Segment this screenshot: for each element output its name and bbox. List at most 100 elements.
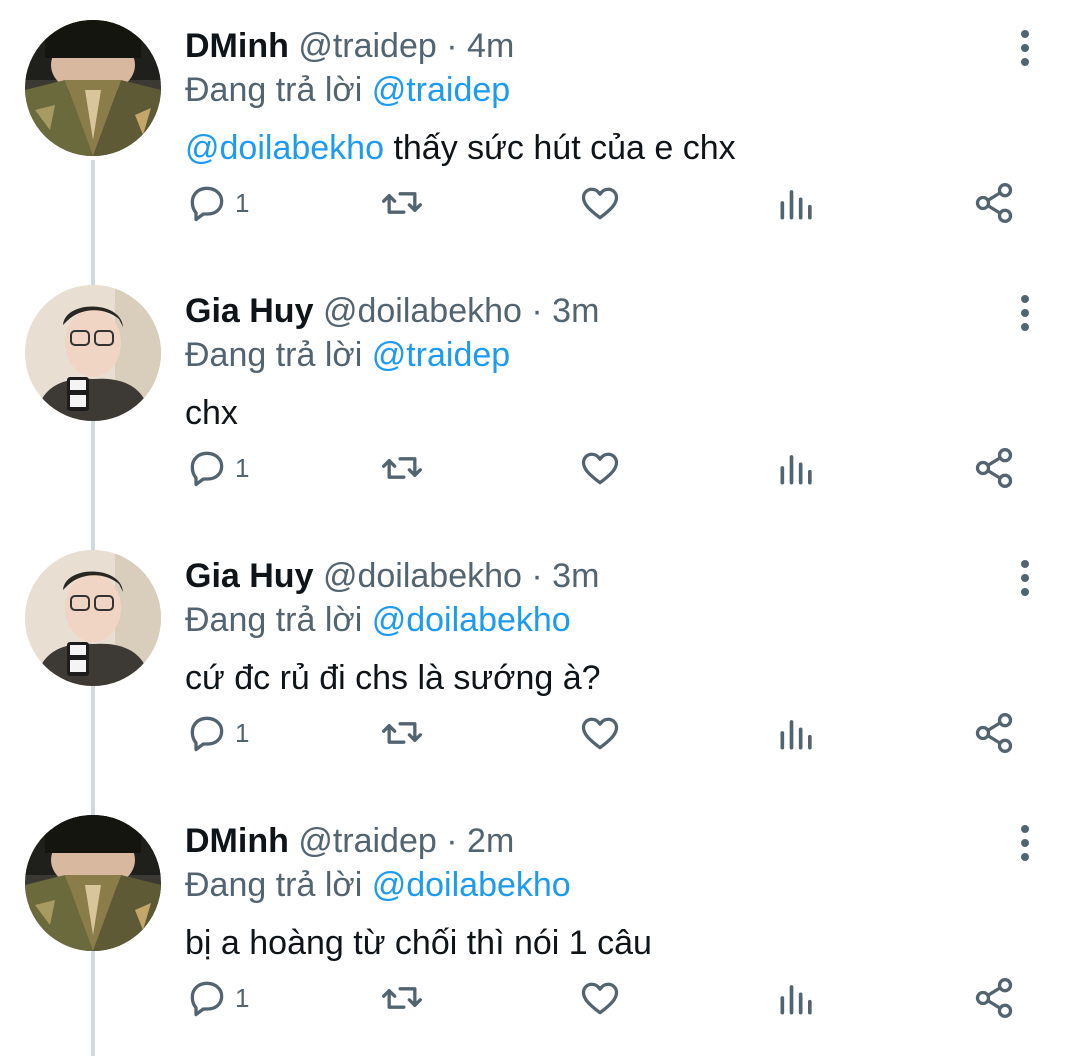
retweet-button[interactable] [380, 178, 424, 228]
replying-to-line: Đang trả lời @doilabekho [185, 598, 985, 642]
dminh-avatar[interactable] [25, 20, 161, 156]
action-bar: 1 [185, 708, 1045, 758]
analytics-icon [780, 985, 812, 1015]
share-button[interactable] [972, 973, 1016, 1023]
tweet-header: DMinh @traidep · 2m [185, 819, 985, 863]
retweet-icon [382, 722, 422, 744]
analytics-icon [780, 455, 812, 485]
action-bar: 1 [185, 973, 1045, 1023]
replying-to-label: Đang trả lời [185, 866, 363, 904]
retweet-icon [382, 192, 422, 214]
replying-to-label: Đang trả lời [185, 601, 363, 639]
text-mention[interactable]: @doilabekho [185, 129, 384, 167]
user-handle[interactable]: @traidep [298, 27, 436, 65]
dminh-avatar[interactable] [25, 815, 161, 951]
user-handle[interactable]: @doilabekho [323, 557, 522, 595]
reply-icon [190, 716, 224, 752]
tweet-text: @doilabekho thấy sức hút của e chx [185, 126, 985, 170]
reply-icon [190, 451, 224, 487]
timestamp[interactable]: 3m [552, 557, 599, 595]
share-button[interactable] [972, 178, 1016, 228]
action-bar: 1 [185, 178, 1045, 228]
replying-to-line: Đang trả lời @doilabekho [185, 863, 985, 907]
tweet-text: chx [185, 391, 985, 435]
like-button[interactable] [578, 443, 622, 493]
like-button[interactable] [578, 708, 622, 758]
reply-button[interactable]: 1 [185, 443, 249, 493]
retweet-button[interactable] [380, 443, 424, 493]
share-icon [975, 448, 1013, 488]
replying-to-mention[interactable]: @traidep [372, 336, 510, 374]
separator-dot: · [531, 292, 543, 330]
analytics-button[interactable] [775, 178, 819, 228]
retweet-icon [382, 987, 422, 1009]
user-handle[interactable]: @doilabekho [323, 292, 522, 330]
giahuy-avatar[interactable] [25, 550, 161, 686]
timestamp[interactable]: 4m [467, 27, 514, 65]
tweet-item[interactable]: DMinh @traidep · 4m Đang trả lời @traide… [0, 0, 1080, 265]
reply-button[interactable]: 1 [185, 708, 249, 758]
share-icon [975, 978, 1013, 1018]
like-button[interactable] [578, 973, 622, 1023]
more-options-icon[interactable] [1010, 293, 1040, 333]
more-options-icon[interactable] [1010, 558, 1040, 598]
tweet-content: DMinh @traidep · 4m Đang trả lời @traide… [185, 24, 985, 170]
share-button[interactable] [972, 443, 1016, 493]
action-bar: 1 [185, 443, 1045, 493]
timestamp[interactable]: 3m [552, 292, 599, 330]
tweet-header: DMinh @traidep · 4m [185, 24, 985, 68]
timestamp[interactable]: 2m [467, 822, 514, 860]
replying-to-label: Đang trả lời [185, 336, 363, 374]
tweet-item[interactable]: DMinh @traidep · 2m Đang trả lời @doilab… [0, 795, 1080, 1056]
replying-to-label: Đang trả lời [185, 71, 363, 109]
replying-to-mention[interactable]: @doilabekho [372, 866, 571, 904]
retweet-button[interactable] [380, 708, 424, 758]
reply-count: 1 [235, 717, 250, 748]
tweet-body: thấy sức hút của e chx [393, 129, 736, 167]
tweet-content: Gia Huy @doilabekho · 3m Đang trả lời @d… [185, 554, 985, 700]
reply-count: 1 [235, 452, 250, 483]
analytics-icon [780, 190, 812, 220]
reply-button[interactable]: 1 [185, 973, 249, 1023]
reply-button[interactable]: 1 [185, 178, 249, 228]
replying-to-line: Đang trả lời @traidep [185, 68, 985, 112]
tweet-body: bị a hoàng từ chối thì nói 1 câu [185, 924, 652, 962]
like-icon [581, 452, 619, 485]
analytics-icon [780, 720, 812, 750]
analytics-button[interactable] [775, 973, 819, 1023]
tweet-text: cứ đc rủ đi chs là sướng à? [185, 656, 985, 700]
user-handle[interactable]: @traidep [298, 822, 436, 860]
reply-icon [190, 186, 224, 222]
separator-dot: · [531, 557, 543, 595]
tweet-item[interactable]: Gia Huy @doilabekho · 3m Đang trả lời @d… [0, 530, 1080, 795]
reply-count: 1 [235, 982, 250, 1013]
retweet-icon [382, 457, 422, 479]
display-name[interactable]: Gia Huy [185, 557, 313, 595]
tweet-text: bị a hoàng từ chối thì nói 1 câu [185, 921, 985, 965]
display-name[interactable]: Gia Huy [185, 292, 313, 330]
reply-thread: DMinh @traidep · 4m Đang trả lời @traide… [0, 0, 1080, 1056]
like-button[interactable] [578, 178, 622, 228]
replying-to-mention[interactable]: @traidep [372, 71, 510, 109]
like-icon [581, 982, 619, 1015]
separator-dot: · [446, 822, 458, 860]
analytics-button[interactable] [775, 443, 819, 493]
display-name[interactable]: DMinh [185, 822, 289, 860]
share-icon [975, 183, 1013, 223]
tweet-header: Gia Huy @doilabekho · 3m [185, 289, 985, 333]
giahuy-avatar[interactable] [25, 285, 161, 421]
display-name[interactable]: DMinh [185, 27, 289, 65]
reply-count: 1 [235, 187, 250, 218]
share-icon [975, 713, 1013, 753]
tweet-header: Gia Huy @doilabekho · 3m [185, 554, 985, 598]
tweet-item[interactable]: Gia Huy @doilabekho · 3m Đang trả lời @t… [0, 265, 1080, 530]
like-icon [581, 187, 619, 220]
reply-icon [190, 981, 224, 1017]
separator-dot: · [446, 27, 458, 65]
share-button[interactable] [972, 708, 1016, 758]
more-options-icon[interactable] [1010, 823, 1040, 863]
retweet-button[interactable] [380, 973, 424, 1023]
replying-to-mention[interactable]: @doilabekho [372, 601, 571, 639]
analytics-button[interactable] [775, 708, 819, 758]
more-options-icon[interactable] [1010, 28, 1040, 68]
